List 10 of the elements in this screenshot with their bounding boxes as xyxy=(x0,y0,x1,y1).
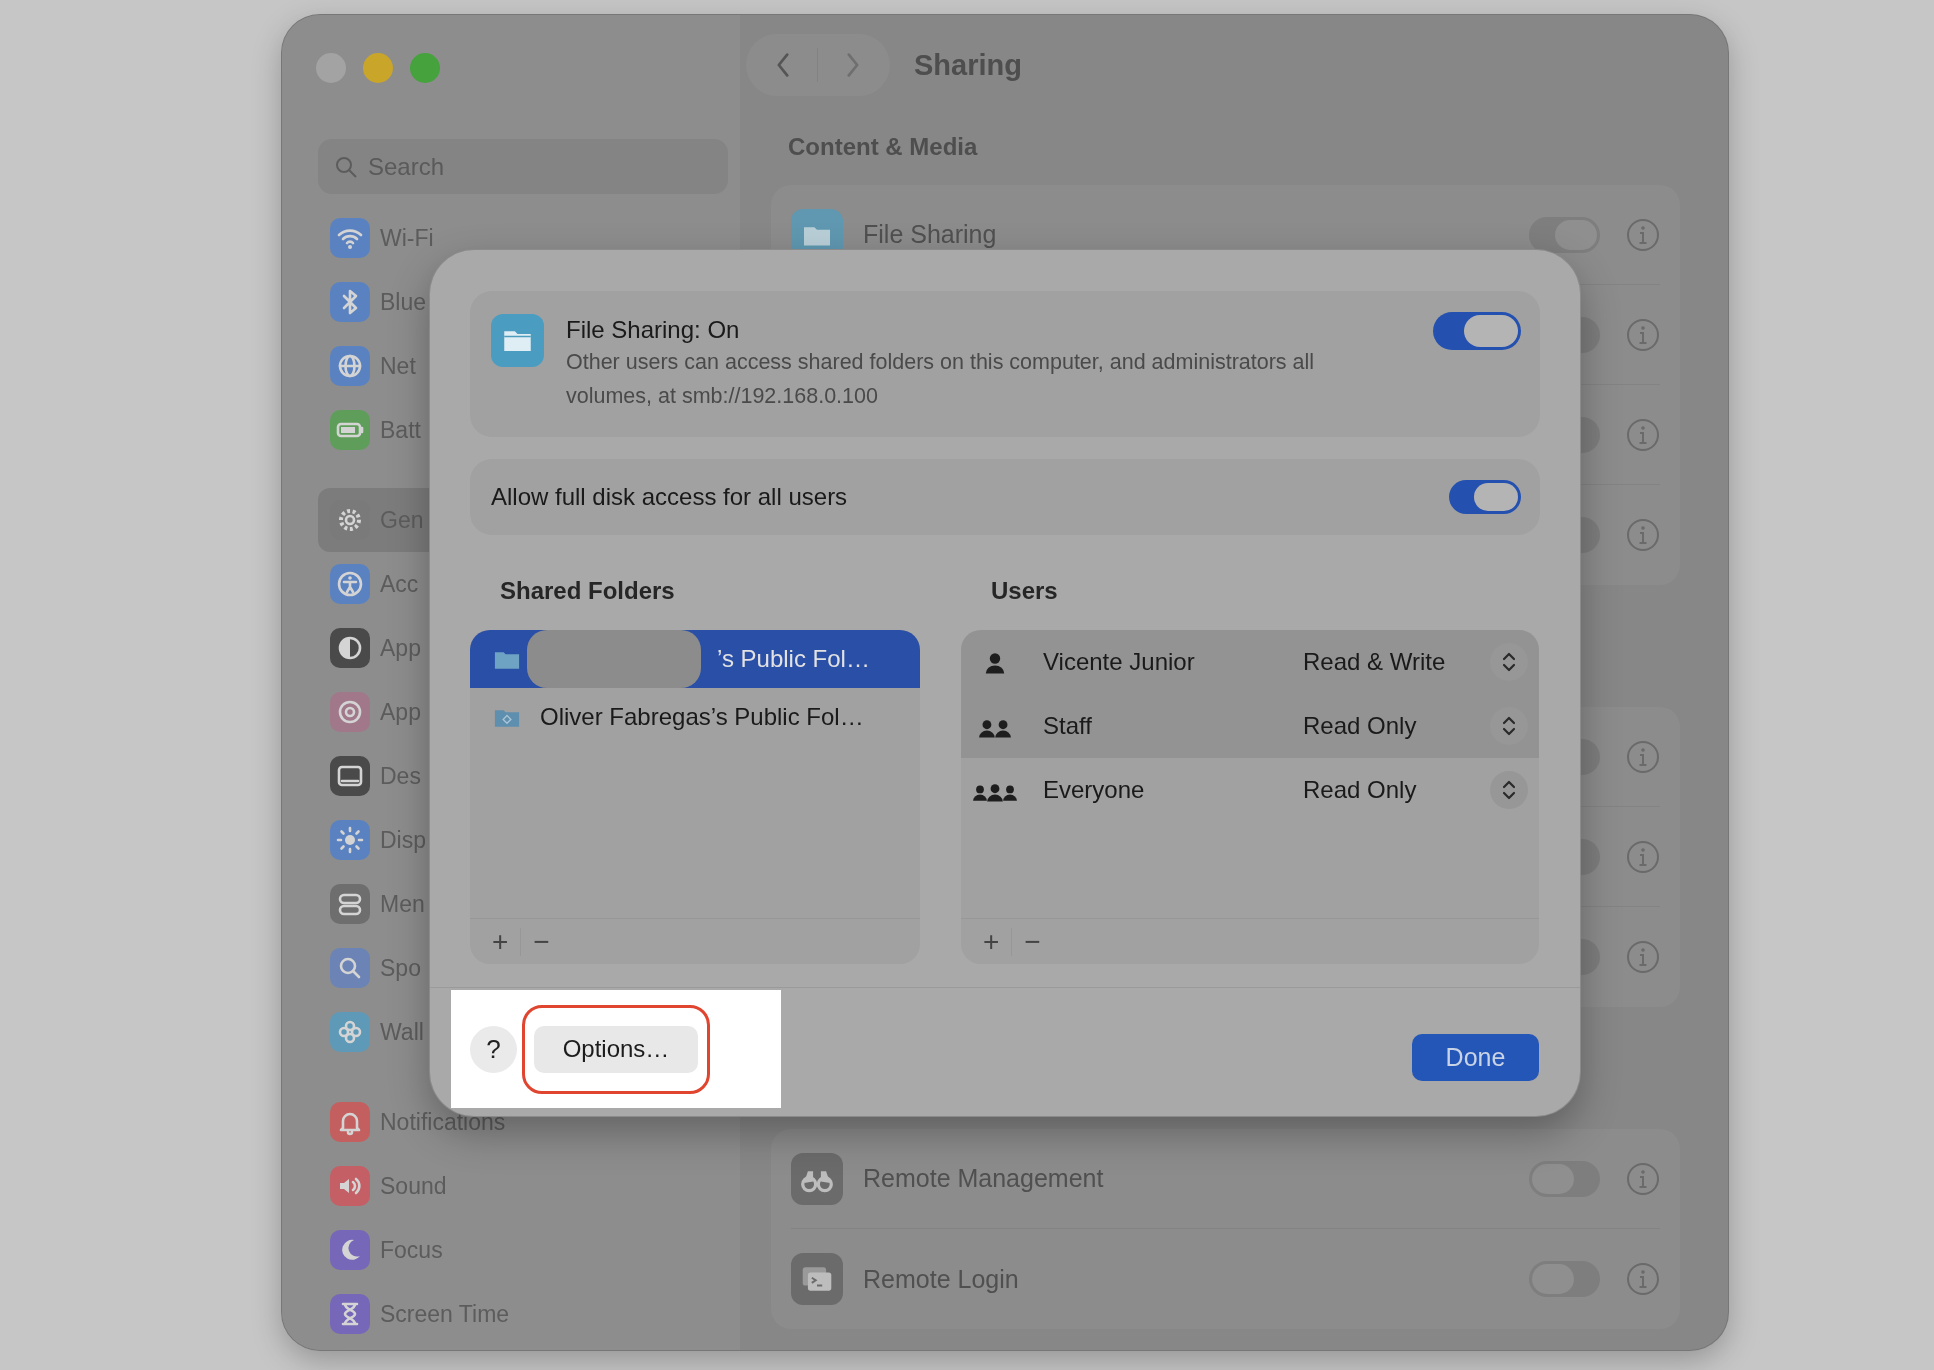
page-title: Sharing xyxy=(914,48,1022,82)
column-heading: Users xyxy=(990,576,1059,606)
option-label: Allow full disk access for all users xyxy=(491,483,848,511)
setting-label: File Sharing xyxy=(863,220,997,249)
setting-label: Remote Login xyxy=(863,1264,1019,1294)
column-heading: Shared Folders xyxy=(499,576,676,606)
section-title: Content & Media xyxy=(787,132,979,162)
service-title: File Sharing: On xyxy=(566,315,741,345)
service-description: Other users can access shared folders on this computer, and administrators all volumes, at smb://192.168.0.100 xyxy=(566,349,1316,410)
setting-label: Remote Management xyxy=(863,1164,1104,1193)
